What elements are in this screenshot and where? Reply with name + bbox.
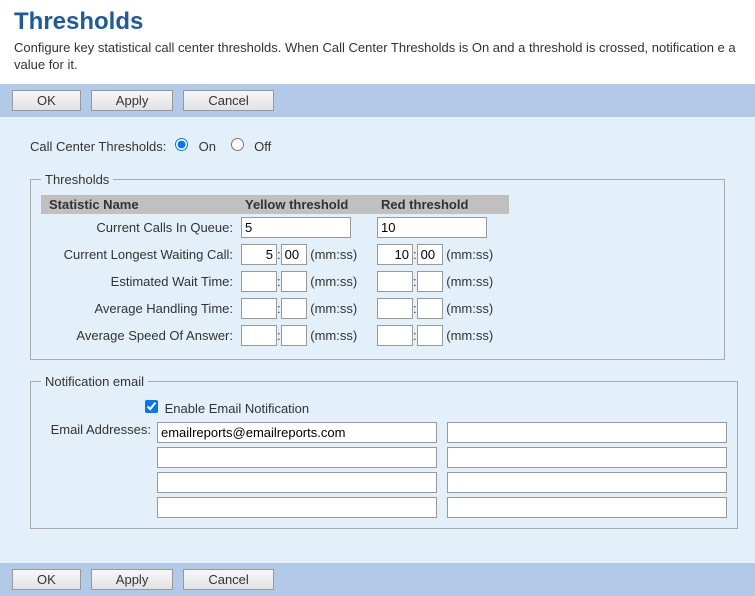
enable-notification-label: Enable Email Notification [165,401,310,416]
email-input-7[interactable] [447,497,727,518]
email-input-3[interactable] [447,447,727,468]
current-calls-red-input[interactable] [377,217,487,238]
stat-label: Average Speed Of Answer: [41,322,237,349]
table-row: Current Calls In Queue: [41,214,509,241]
longest-waiting-red-sec-input[interactable] [417,244,443,265]
cancel-button[interactable]: Cancel [183,90,273,111]
email-addresses-label: Email Addresses: [41,422,157,437]
avg-handling-red-sec-input[interactable] [417,298,443,319]
col-red: Red threshold [373,195,509,214]
thresholds-toggle-row: Call Center Thresholds: On Off [30,135,725,154]
notification-fieldset: Notification email Enable Email Notifica… [30,374,738,529]
stat-label: Current Longest Waiting Call: [41,241,237,268]
estimated-wait-yellow-sec-input[interactable] [281,271,307,292]
avg-speed-yellow-sec-input[interactable] [281,325,307,346]
enable-notification-checkbox[interactable] [145,400,158,413]
ok-button[interactable]: OK [12,90,81,111]
mmss-label: (mm:ss) [310,328,357,343]
longest-waiting-red-min-input[interactable] [377,244,413,265]
page-title: Thresholds [14,8,741,36]
thresholds-table: Statistic Name Yellow threshold Red thre… [41,195,509,349]
enable-notification-row: Enable Email Notification [41,397,727,416]
email-input-2[interactable] [157,447,437,468]
thresholds-page: Thresholds Configure key statistical cal… [0,0,755,596]
mmss-label: (mm:ss) [446,247,493,262]
table-row: Current Longest Waiting Call: : (mm:ss) … [41,241,509,268]
mmss-label: (mm:ss) [310,247,357,262]
stat-label: Average Handling Time: [41,295,237,322]
notification-legend: Notification email [41,374,148,389]
avg-speed-red-sec-input[interactable] [417,325,443,346]
avg-handling-red-min-input[interactable] [377,298,413,319]
email-input-1[interactable] [447,422,727,443]
header: Thresholds Configure key statistical cal… [0,0,755,84]
email-grid [157,422,727,518]
thresholds-toggle-label: Call Center Thresholds: [30,139,166,154]
table-row: Average Handling Time: : (mm:ss) : (mm:s… [41,295,509,322]
col-stat: Statistic Name [41,195,237,214]
apply-button[interactable]: Apply [91,569,174,590]
email-input-5[interactable] [447,472,727,493]
avg-handling-yellow-sec-input[interactable] [281,298,307,319]
avg-handling-yellow-min-input[interactable] [241,298,277,319]
stat-label: Estimated Wait Time: [41,268,237,295]
bottom-button-bar: OK Apply Cancel [0,563,755,596]
cancel-button[interactable]: Cancel [183,569,273,590]
current-calls-yellow-input[interactable] [241,217,351,238]
mmss-label: (mm:ss) [446,328,493,343]
email-input-0[interactable] [157,422,437,443]
longest-waiting-yellow-min-input[interactable] [241,244,277,265]
apply-button[interactable]: Apply [91,90,174,111]
estimated-wait-red-min-input[interactable] [377,271,413,292]
table-row: Estimated Wait Time: : (mm:ss) : (mm:ss) [41,268,509,295]
avg-speed-red-min-input[interactable] [377,325,413,346]
thresholds-off-label: Off [254,139,271,154]
content-area: Call Center Thresholds: On Off Threshold… [0,117,755,563]
mmss-label: (mm:ss) [446,274,493,289]
page-description: Configure key statistical call center th… [14,40,741,74]
estimated-wait-red-sec-input[interactable] [417,271,443,292]
estimated-wait-yellow-min-input[interactable] [241,271,277,292]
email-input-4[interactable] [157,472,437,493]
ok-button[interactable]: OK [12,569,81,590]
email-input-6[interactable] [157,497,437,518]
longest-waiting-yellow-sec-input[interactable] [281,244,307,265]
thresholds-fieldset: Thresholds Statistic Name Yellow thresho… [30,172,725,360]
mmss-label: (mm:ss) [310,274,357,289]
thresholds-legend: Thresholds [41,172,113,187]
stat-label: Current Calls In Queue: [41,214,237,241]
table-row: Average Speed Of Answer: : (mm:ss) : (mm… [41,322,509,349]
top-button-bar: OK Apply Cancel [0,84,755,117]
avg-speed-yellow-min-input[interactable] [241,325,277,346]
email-addresses-row: Email Addresses: [41,422,727,518]
mmss-label: (mm:ss) [310,301,357,316]
col-yellow: Yellow threshold [237,195,373,214]
thresholds-on-radio[interactable] [175,138,188,151]
thresholds-on-label: On [199,139,216,154]
thresholds-off-radio[interactable] [231,138,244,151]
mmss-label: (mm:ss) [446,301,493,316]
